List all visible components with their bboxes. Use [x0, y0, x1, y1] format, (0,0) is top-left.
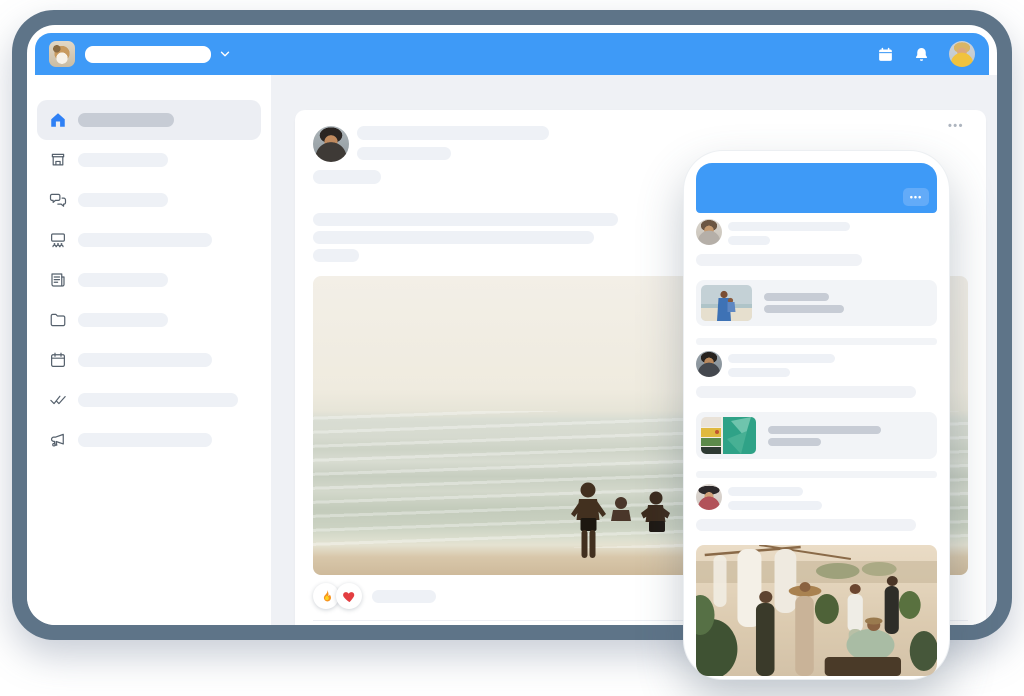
- megaphone-icon: [49, 431, 67, 449]
- feed-separator: [696, 338, 937, 345]
- groups-icon: [49, 231, 67, 249]
- home-icon: [49, 111, 67, 129]
- placeholder-text: [696, 254, 862, 266]
- placeholder-bar: [357, 126, 549, 140]
- placeholder-bar: [313, 249, 359, 262]
- placeholder-bar: [313, 170, 381, 184]
- feed-item-name-bars: [728, 484, 822, 510]
- link-preview-bars: [764, 293, 844, 313]
- topbar: [35, 33, 989, 75]
- storefront-icon: [49, 151, 67, 169]
- phone-feed-item-3[interactable]: [696, 484, 937, 676]
- placeholder-bar: [764, 293, 829, 301]
- collage-thumb: [701, 417, 756, 454]
- sidebar-item-files[interactable]: [37, 300, 261, 340]
- news-icon: [49, 271, 67, 289]
- placeholder-bar: [78, 393, 238, 407]
- heart-reaction[interactable]: [336, 583, 362, 609]
- topbar-actions: [877, 41, 975, 67]
- heart-icon: [342, 589, 357, 604]
- placeholder-bar: [372, 590, 436, 603]
- post-menu-button[interactable]: •••: [948, 120, 964, 132]
- link-preview-card[interactable]: [696, 280, 937, 326]
- calendar-outline-icon: [49, 351, 67, 369]
- sidebar-item-news[interactable]: [37, 260, 261, 300]
- phone-feed: [696, 219, 937, 676]
- placeholder-bar: [728, 222, 850, 231]
- placeholder-bar: [768, 426, 881, 434]
- phone-feed-item-2[interactable]: [696, 351, 937, 459]
- phone-menu-button[interactable]: •••: [903, 188, 929, 206]
- phone-user-avatar-2[interactable]: [696, 351, 722, 377]
- folder-icon: [49, 311, 67, 329]
- phone-mockup: •••: [683, 150, 950, 680]
- feed-item-header: [696, 219, 937, 245]
- placeholder-bar: [728, 236, 770, 245]
- sidebar-nav: [27, 75, 271, 625]
- fire-icon: [319, 589, 334, 604]
- placeholder-bar: [78, 273, 168, 287]
- calendar-icon[interactable]: [877, 46, 894, 63]
- sidebar-item-marketplace[interactable]: [37, 140, 261, 180]
- placeholder-bar: [78, 433, 212, 447]
- placeholder-text: [696, 386, 916, 398]
- placeholder-bar: [78, 113, 174, 127]
- placeholder-bar: [313, 213, 618, 226]
- search-input[interactable]: [85, 46, 211, 63]
- feed-item-name-bars: [728, 351, 835, 377]
- post-author-bars: [357, 126, 549, 160]
- feed-item-header: [696, 351, 937, 377]
- sidebar-item-messages[interactable]: [37, 180, 261, 220]
- party-photo[interactable]: [696, 545, 937, 676]
- placeholder-bar: [728, 354, 835, 363]
- placeholder-bar: [313, 231, 594, 244]
- placeholder-bar: [764, 305, 844, 313]
- feed-separator: [696, 471, 937, 478]
- placeholder-bar: [768, 438, 821, 446]
- link-preview-card[interactable]: [696, 412, 937, 459]
- chevron-down-icon[interactable]: [218, 47, 232, 61]
- sidebar-item-groups[interactable]: [37, 220, 261, 260]
- post-author-avatar[interactable]: [313, 126, 349, 162]
- phone-user-avatar-1[interactable]: [696, 219, 722, 245]
- placeholder-bar: [357, 147, 451, 160]
- feed-item-header: [696, 484, 937, 510]
- placeholder-bar: [728, 501, 822, 510]
- placeholder-text: [696, 519, 916, 531]
- user-avatar[interactable]: [949, 41, 975, 67]
- phone-feed-item-1[interactable]: [696, 219, 937, 326]
- placeholder-bar: [78, 153, 168, 167]
- placeholder-bar: [78, 313, 168, 327]
- double-check-icon: [49, 391, 67, 409]
- chats-icon: [49, 191, 67, 209]
- sidebar-item-announcements[interactable]: [37, 420, 261, 460]
- link-preview-bars: [768, 426, 881, 446]
- placeholder-bar: [78, 353, 212, 367]
- placeholder-bar: [78, 193, 168, 207]
- phone-header: •••: [696, 163, 937, 213]
- placeholder-bar: [728, 487, 803, 496]
- placeholder-bar: [78, 233, 212, 247]
- phone-user-avatar-3[interactable]: [696, 484, 722, 510]
- sidebar-item-events[interactable]: [37, 340, 261, 380]
- dog-logo[interactable]: [49, 41, 75, 67]
- placeholder-bar: [728, 368, 790, 377]
- sidebar-item-home[interactable]: [37, 100, 261, 140]
- beach-couple-thumb: [701, 285, 752, 321]
- sidebar-item-tasks[interactable]: [37, 380, 261, 420]
- stage: •••: [0, 0, 1024, 696]
- bell-icon[interactable]: [913, 46, 930, 63]
- feed-item-name-bars: [728, 219, 850, 245]
